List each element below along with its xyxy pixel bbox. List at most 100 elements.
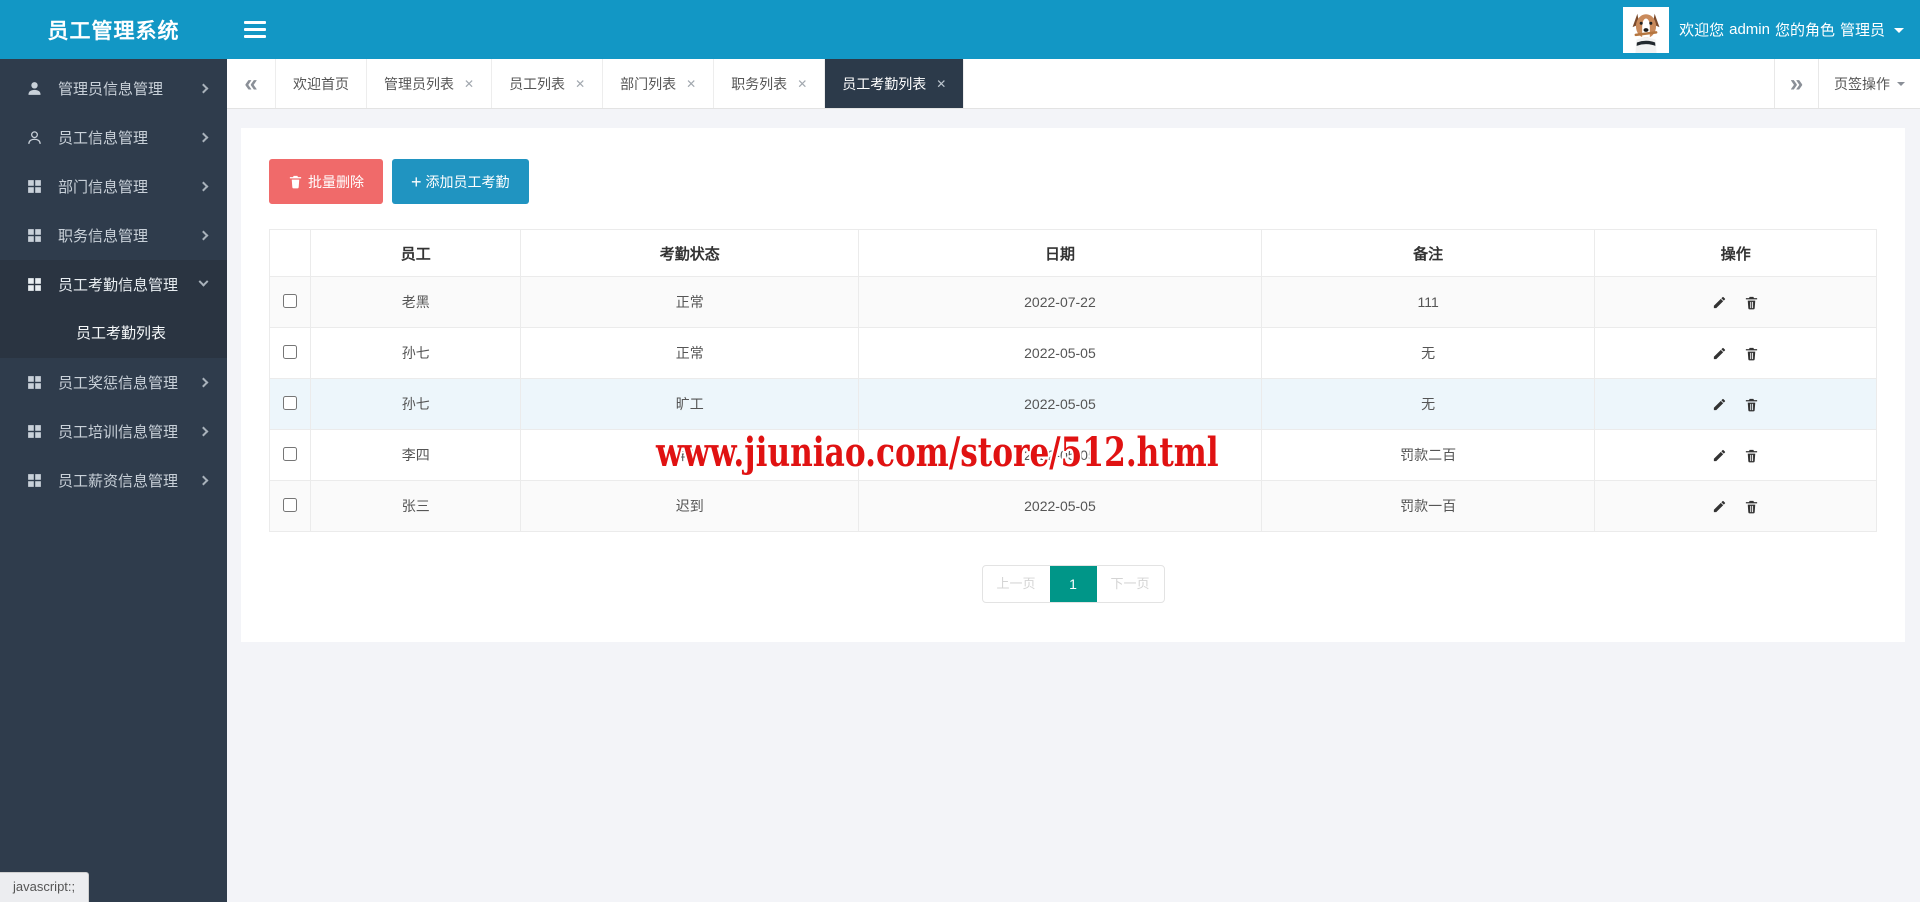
edit-pencil-icon[interactable]	[1712, 448, 1727, 463]
grid-icon	[26, 178, 43, 195]
welcome-text: 欢迎您 admin 您的角色 管理员	[1679, 19, 1904, 40]
tab-welcome-home[interactable]: 欢迎首页	[276, 59, 367, 108]
col-employee: 员工	[310, 229, 522, 277]
sidebar-item-position-info[interactable]: 职务信息管理	[0, 211, 227, 260]
tab-scroll-right-button[interactable]: »	[1774, 59, 1818, 108]
tab-operations-dropdown[interactable]: 页签操作	[1818, 59, 1920, 108]
close-icon[interactable]: ✕	[575, 77, 585, 91]
cell-status: 迟到	[520, 480, 860, 532]
sidebar-item-admin-info[interactable]: 管理员信息管理	[0, 64, 227, 113]
grid-icon	[26, 276, 43, 293]
delete-trash-icon[interactable]	[1744, 397, 1759, 412]
pagination: 上一页 1 下一页	[269, 565, 1877, 603]
cell-note: 无	[1260, 378, 1596, 430]
sidebar-item-training-info[interactable]: 员工培训信息管理	[0, 407, 227, 456]
close-icon[interactable]: ✕	[797, 77, 807, 91]
row-checkbox[interactable]	[283, 446, 298, 461]
tab-employee-list[interactable]: 员工列表 ✕	[492, 59, 604, 108]
table-header-row: 员工 考勤状态 日期 备注 操作	[268, 229, 1877, 277]
sidebar-item-attendance-info[interactable]: 员工考勤信息管理	[0, 260, 227, 309]
cell-status: 早退	[520, 429, 860, 481]
admin-user-icon	[26, 80, 43, 97]
cell-employee: 张三	[310, 480, 522, 532]
close-icon[interactable]: ✕	[936, 77, 946, 91]
sidebar-item-reward-punish-info[interactable]: 员工奖惩信息管理	[0, 358, 227, 407]
table-row: 孙七 正常 2022-05-05 无	[268, 327, 1877, 379]
tab-department-list[interactable]: 部门列表 ✕	[603, 59, 715, 108]
grid-icon	[26, 227, 43, 244]
edit-pencil-icon[interactable]	[1712, 346, 1727, 361]
attendance-table: 员工 考勤状态 日期 备注 操作 老黑 正常 2022-07-22 111 孙七…	[268, 229, 1877, 532]
tab-scroll-left-button[interactable]: «	[227, 59, 275, 108]
sidebar: 管理员信息管理 员工信息管理 部门信息管理 职务信息管理 员工考勤信息管理 员工…	[0, 59, 227, 902]
cell-status: 正常	[520, 327, 860, 379]
col-note: 备注	[1260, 229, 1596, 277]
app-title: 员工管理系统	[47, 19, 180, 43]
grid-icon	[26, 472, 43, 489]
cell-employee: 孙七	[310, 327, 522, 379]
close-icon[interactable]: ✕	[686, 77, 696, 91]
col-actions: 操作	[1594, 229, 1877, 277]
sidebar-item-department-info[interactable]: 部门信息管理	[0, 162, 227, 211]
attendance-card: 批量删除 + 添加员工考勤 员工 考勤状态 日期 备注 操作 老黑 正常 202…	[241, 128, 1905, 642]
cell-note: 罚款二百	[1260, 429, 1596, 481]
menu-toggle-icon[interactable]	[244, 17, 268, 42]
cell-employee: 孙七	[310, 378, 522, 430]
delete-trash-icon[interactable]	[1744, 295, 1759, 310]
tab-admin-list[interactable]: 管理员列表 ✕	[367, 59, 493, 108]
add-attendance-button[interactable]: + 添加员工考勤	[392, 159, 529, 204]
table-row: 张三 迟到 2022-05-05 罚款一百	[268, 480, 1877, 532]
chevron-right-icon	[198, 230, 209, 241]
sidebar-item-employee-info[interactable]: 员工信息管理	[0, 113, 227, 162]
cell-date: 2022-07-22	[858, 276, 1262, 328]
grid-icon	[26, 423, 43, 440]
chevron-right-icon	[198, 377, 209, 388]
cell-employee: 老黑	[310, 276, 522, 328]
sidebar-subitem-attendance-list[interactable]: 员工考勤列表	[0, 309, 227, 358]
role-prefix: 您的角色	[1774, 22, 1835, 39]
cell-status: 旷工	[520, 378, 860, 430]
cell-employee: 李四	[310, 429, 522, 481]
employee-user-icon	[26, 129, 43, 146]
open-tabs: 欢迎首页 管理员列表 ✕ 员工列表 ✕ 部门列表 ✕ 职务列表 ✕ 员工考勤列表…	[275, 59, 965, 108]
sidebar-section-attendance: 员工考勤信息管理 员工考勤列表	[0, 260, 227, 358]
main-area: « 欢迎首页 管理员列表 ✕ 员工列表 ✕ 部门列表 ✕ 职务列表 ✕ 员工考勤…	[227, 59, 1920, 902]
delete-trash-icon[interactable]	[1744, 499, 1759, 514]
plus-icon: +	[411, 171, 422, 192]
toolbar: 批量删除 + 添加员工考勤	[269, 159, 1877, 204]
delete-trash-icon[interactable]	[1744, 346, 1759, 361]
select-all-header	[268, 229, 312, 277]
app-header: 员工管理系统 欢迎您 admin 您的角色 管理员	[0, 0, 1920, 59]
chevron-right-icon	[198, 475, 209, 486]
chevron-right-icon	[198, 132, 209, 143]
tab-position-list[interactable]: 职务列表 ✕	[714, 59, 826, 108]
next-page-button[interactable]: 下一页	[1097, 566, 1164, 602]
tab-bar-controls: » 页签操作	[1774, 59, 1920, 108]
cell-date: 2022-05-05	[858, 480, 1262, 532]
edit-pencil-icon[interactable]	[1712, 397, 1727, 412]
user-menu[interactable]: 欢迎您 admin 您的角色 管理员	[1623, 6, 1920, 53]
delete-trash-icon[interactable]	[1744, 448, 1759, 463]
sidebar-item-salary-info[interactable]: 员工薪资信息管理	[0, 456, 227, 505]
tab-attendance-list[interactable]: 员工考勤列表 ✕	[825, 59, 965, 108]
prev-page-button[interactable]: 上一页	[983, 566, 1050, 602]
close-icon[interactable]: ✕	[464, 77, 474, 91]
double-chevron-left-icon: «	[244, 69, 258, 97]
row-checkbox[interactable]	[283, 293, 298, 308]
cell-note: 罚款一百	[1260, 480, 1596, 532]
current-page-button[interactable]: 1	[1049, 566, 1097, 602]
cell-date: 2022-05-05	[858, 327, 1262, 379]
batch-delete-button[interactable]: 批量删除	[269, 159, 383, 204]
edit-pencil-icon[interactable]	[1712, 499, 1727, 514]
row-checkbox[interactable]	[283, 344, 298, 359]
username: admin	[1729, 21, 1770, 38]
chevron-right-icon	[198, 83, 209, 94]
avatar	[1623, 6, 1670, 53]
cell-status: 正常	[520, 276, 860, 328]
welcome-prefix: 欢迎您	[1679, 22, 1725, 39]
col-status: 考勤状态	[520, 229, 860, 277]
edit-pencil-icon[interactable]	[1712, 295, 1727, 310]
row-checkbox[interactable]	[283, 497, 298, 512]
row-checkbox[interactable]	[283, 395, 298, 410]
cell-note: 111	[1260, 276, 1596, 328]
